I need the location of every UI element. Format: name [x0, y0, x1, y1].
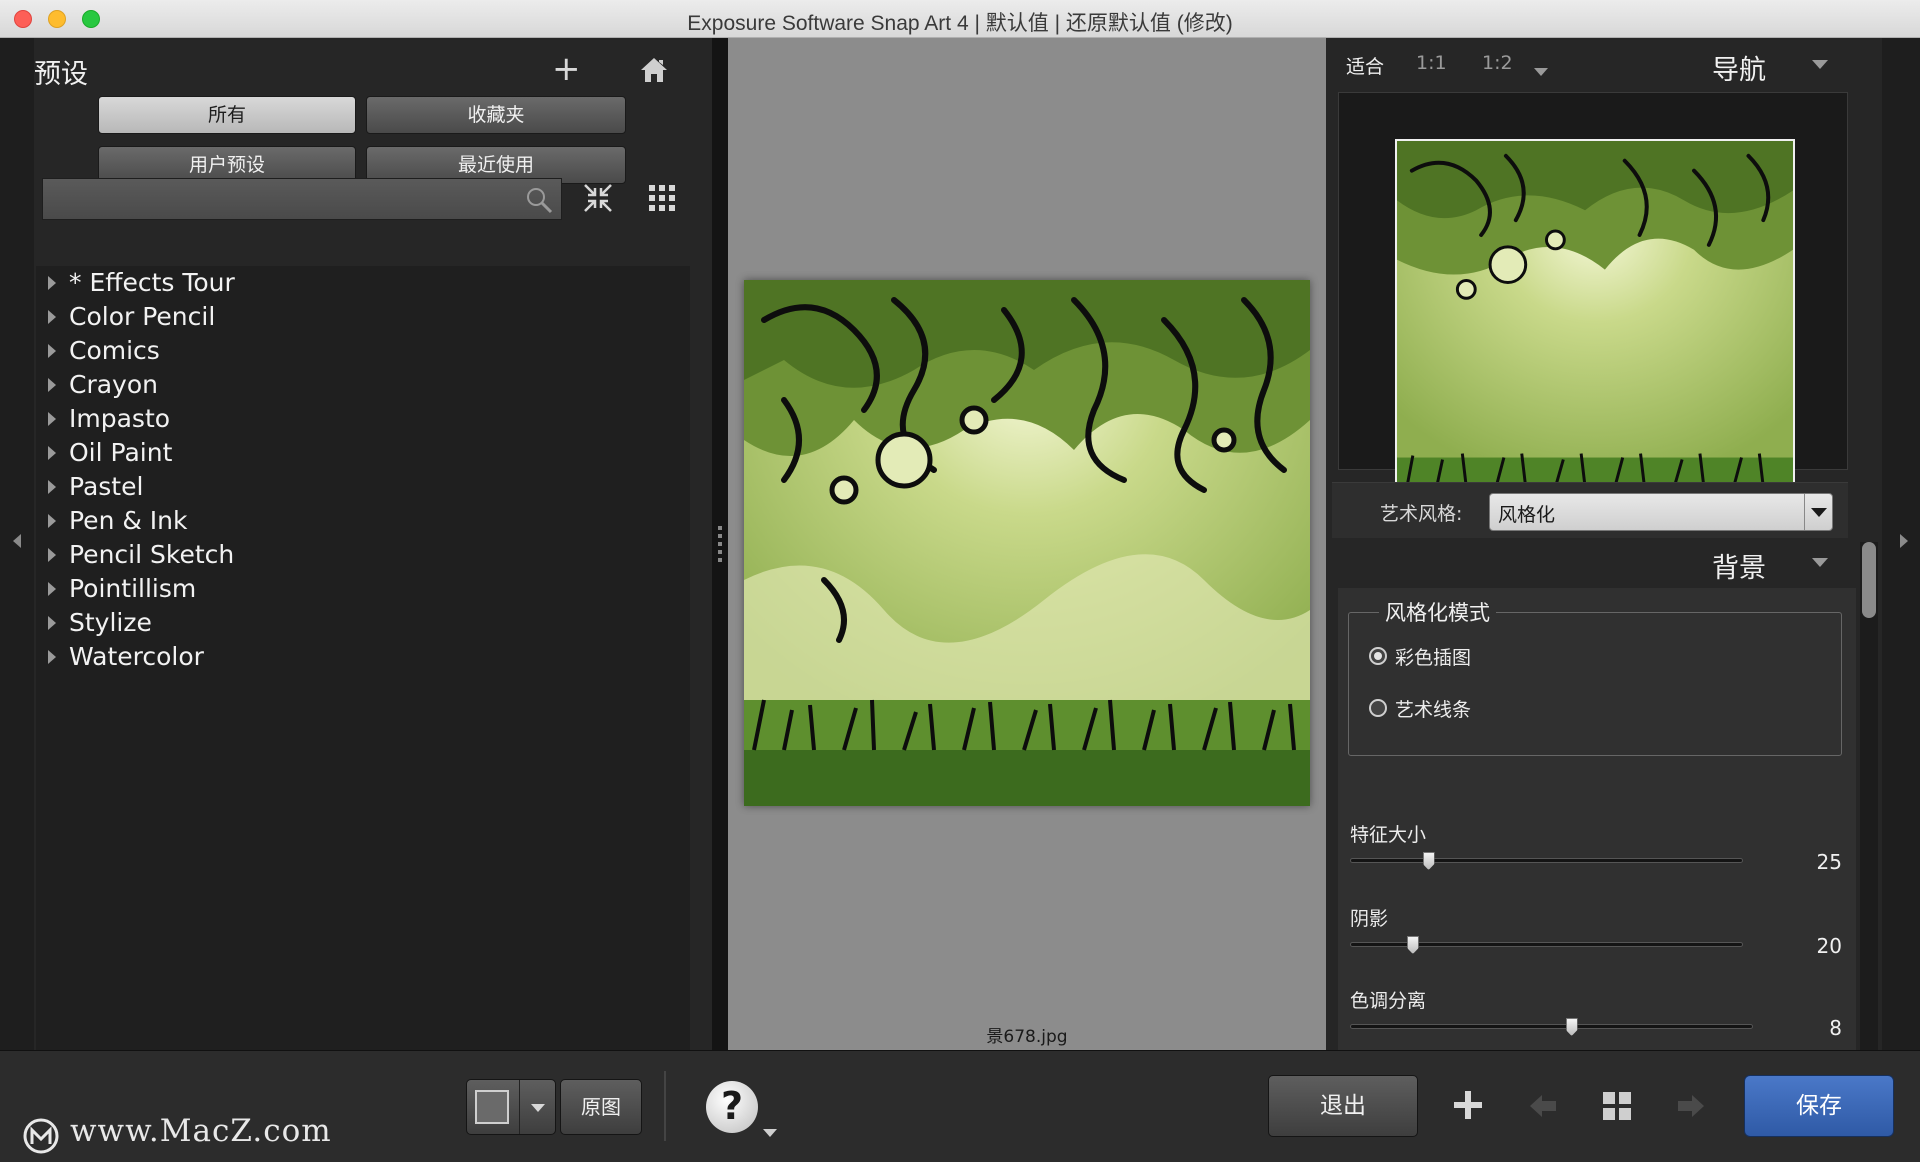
expand-arrow-icon[interactable]	[48, 344, 56, 358]
compare-grid-icon[interactable]	[1602, 1091, 1632, 1125]
preset-category[interactable]: Oil Paint	[36, 436, 690, 470]
stylize-mode-title: 风格化模式	[1379, 597, 1496, 627]
settings-scrollbar[interactable]	[1860, 542, 1878, 1050]
app-window: Exposure Software Snap Art 4 | 默认值 | 还原默…	[0, 0, 1920, 1162]
navigator-title: 导航	[1712, 55, 1766, 86]
posterize-slider[interactable]	[1350, 1024, 1753, 1029]
forward-arrow-icon[interactable]	[1676, 1093, 1706, 1123]
preview-image[interactable]	[744, 280, 1310, 806]
expand-arrow-icon[interactable]	[48, 548, 56, 562]
expand-arrow-icon[interactable]	[48, 616, 56, 630]
background-collapse-icon[interactable]	[1812, 558, 1828, 567]
watermark-logo-icon	[22, 1117, 60, 1159]
collapse-all-icon[interactable]	[582, 182, 614, 218]
preset-category[interactable]: Pencil Sketch	[36, 538, 690, 572]
image-filename: 景678.jpg	[986, 1027, 1068, 1047]
preset-category[interactable]: Pen & Ink	[36, 504, 690, 538]
stylize-mode-group: 风格化模式 彩色插图 艺术线条	[1348, 597, 1842, 756]
navigator-collapse-icon[interactable]	[1812, 60, 1828, 69]
shadow-value: 20	[1816, 934, 1842, 958]
preset-tree: * Effects Tour Color Pencil Comics Crayo…	[36, 266, 690, 1050]
posterize-label: 色调分离	[1350, 990, 1427, 1012]
radio-color-illustration-label[interactable]: 彩色插图	[1395, 643, 1471, 670]
add-preset-icon[interactable]: +	[552, 52, 581, 86]
right-collapse-strip[interactable]	[1882, 38, 1920, 1050]
zoom-menu-icon[interactable]	[1534, 68, 1548, 76]
posterize-value: 8	[1829, 1016, 1842, 1040]
preset-category[interactable]: Stylize	[36, 606, 690, 640]
expand-arrow-icon[interactable]	[48, 276, 56, 290]
expand-arrow-icon[interactable]	[48, 378, 56, 392]
expand-arrow-icon[interactable]	[48, 310, 56, 324]
add-icon[interactable]	[1452, 1089, 1484, 1125]
preset-category[interactable]: Pointillism	[36, 572, 690, 606]
toolbar-separator	[664, 1071, 666, 1141]
original-button[interactable]: 原图	[560, 1079, 642, 1135]
zoom-1-1-button[interactable]: 1:1	[1416, 52, 1447, 74]
home-icon[interactable]	[640, 56, 668, 88]
back-arrow-icon[interactable]	[1528, 1093, 1558, 1123]
shadow-label: 阴影	[1350, 908, 1389, 930]
save-button[interactable]: 保存	[1744, 1075, 1894, 1137]
presets-title: 预设	[34, 59, 88, 90]
feature-size-slider[interactable]	[1350, 858, 1743, 863]
feature-size-value: 25	[1816, 850, 1842, 874]
expand-arrow-icon[interactable]	[48, 412, 56, 426]
preset-category[interactable]: Pastel	[36, 470, 690, 504]
help-menu-icon[interactable]	[763, 1129, 777, 1137]
title-bar: Exposure Software Snap Art 4 | 默认值 | 还原默…	[0, 0, 1920, 38]
preset-search-input[interactable]	[42, 178, 562, 220]
quit-button[interactable]: 退出	[1268, 1075, 1418, 1137]
navigator-thumbnail[interactable]	[1395, 139, 1795, 509]
radio-art-lines-label[interactable]: 艺术线条	[1395, 695, 1471, 722]
art-style-value: 风格化	[1498, 504, 1556, 526]
help-icon[interactable]: ?	[706, 1081, 758, 1133]
expand-arrow-icon[interactable]	[48, 480, 56, 494]
art-style-label: 艺术风格:	[1380, 503, 1463, 525]
single-view-icon	[475, 1090, 509, 1124]
preset-category[interactable]: Watercolor	[36, 640, 690, 674]
expand-arrow-icon[interactable]	[48, 514, 56, 528]
preview-canvas[interactable]: 景678.jpg	[728, 38, 1326, 1050]
preset-category[interactable]: Impasto	[36, 402, 690, 436]
settings-panel: 适合 1:1 1:2 导航 艺术风格: 风格化 背景 风格化模式 彩色插图 艺术…	[1326, 38, 1920, 1099]
view-mode-button[interactable]	[466, 1079, 556, 1135]
art-style-select[interactable]: 风格化	[1489, 493, 1833, 531]
search-icon	[525, 186, 553, 218]
grid-view-icon[interactable]	[648, 184, 676, 216]
bottom-toolbar: www.MacZ.com 原图 ? 退出 保存	[0, 1050, 1920, 1162]
expand-arrow-icon[interactable]	[48, 582, 56, 596]
expand-arrow-icon[interactable]	[48, 650, 56, 664]
preset-category[interactable]: Color Pencil	[36, 300, 690, 334]
background-section-title: 背景	[1712, 553, 1766, 584]
posterize-knob[interactable]	[1565, 1018, 1578, 1036]
preset-category[interactable]: * Effects Tour	[36, 266, 690, 300]
watermark-text: www.MacZ.com	[70, 1113, 332, 1149]
background-params: 风格化模式 彩色插图 艺术线条 特征大小 25 阴影 20 色调分离 8 钢笔	[1338, 588, 1856, 1099]
left-collapse-strip[interactable]	[0, 38, 34, 1050]
window-title: Exposure Software Snap Art 4 | 默认值 | 还原默…	[687, 12, 1233, 35]
filter-all-button[interactable]: 所有	[98, 96, 356, 134]
scroll-thumb[interactable]	[1862, 542, 1876, 618]
feature-size-label: 特征大小	[1350, 824, 1427, 846]
panel-splitter[interactable]	[712, 38, 728, 1050]
feature-size-knob[interactable]	[1422, 852, 1435, 870]
art-style-row: 艺术风格: 风格化	[1332, 482, 1848, 538]
filter-favorites-button[interactable]: 收藏夹	[366, 96, 626, 134]
chevron-down-icon[interactable]	[531, 1104, 545, 1112]
preset-category[interactable]: Comics	[36, 334, 690, 368]
expand-arrow-icon[interactable]	[48, 446, 56, 460]
radio-art-lines[interactable]	[1369, 699, 1387, 717]
radio-color-illustration[interactable]	[1369, 647, 1387, 665]
zoom-1-2-button[interactable]: 1:2	[1482, 52, 1513, 74]
collapse-right-icon[interactable]	[1900, 534, 1908, 548]
collapse-left-icon[interactable]	[13, 534, 21, 548]
shadow-knob[interactable]	[1406, 936, 1419, 954]
preset-category[interactable]: Crayon	[36, 368, 690, 402]
zoom-fit-button[interactable]: 适合	[1346, 52, 1384, 79]
presets-panel: 预设 + 所有 收藏夹 用户预设 最近使用 * Effects Tour Col…	[0, 38, 712, 1050]
navigator-box	[1338, 92, 1848, 509]
chevron-down-icon[interactable]	[1804, 494, 1832, 530]
